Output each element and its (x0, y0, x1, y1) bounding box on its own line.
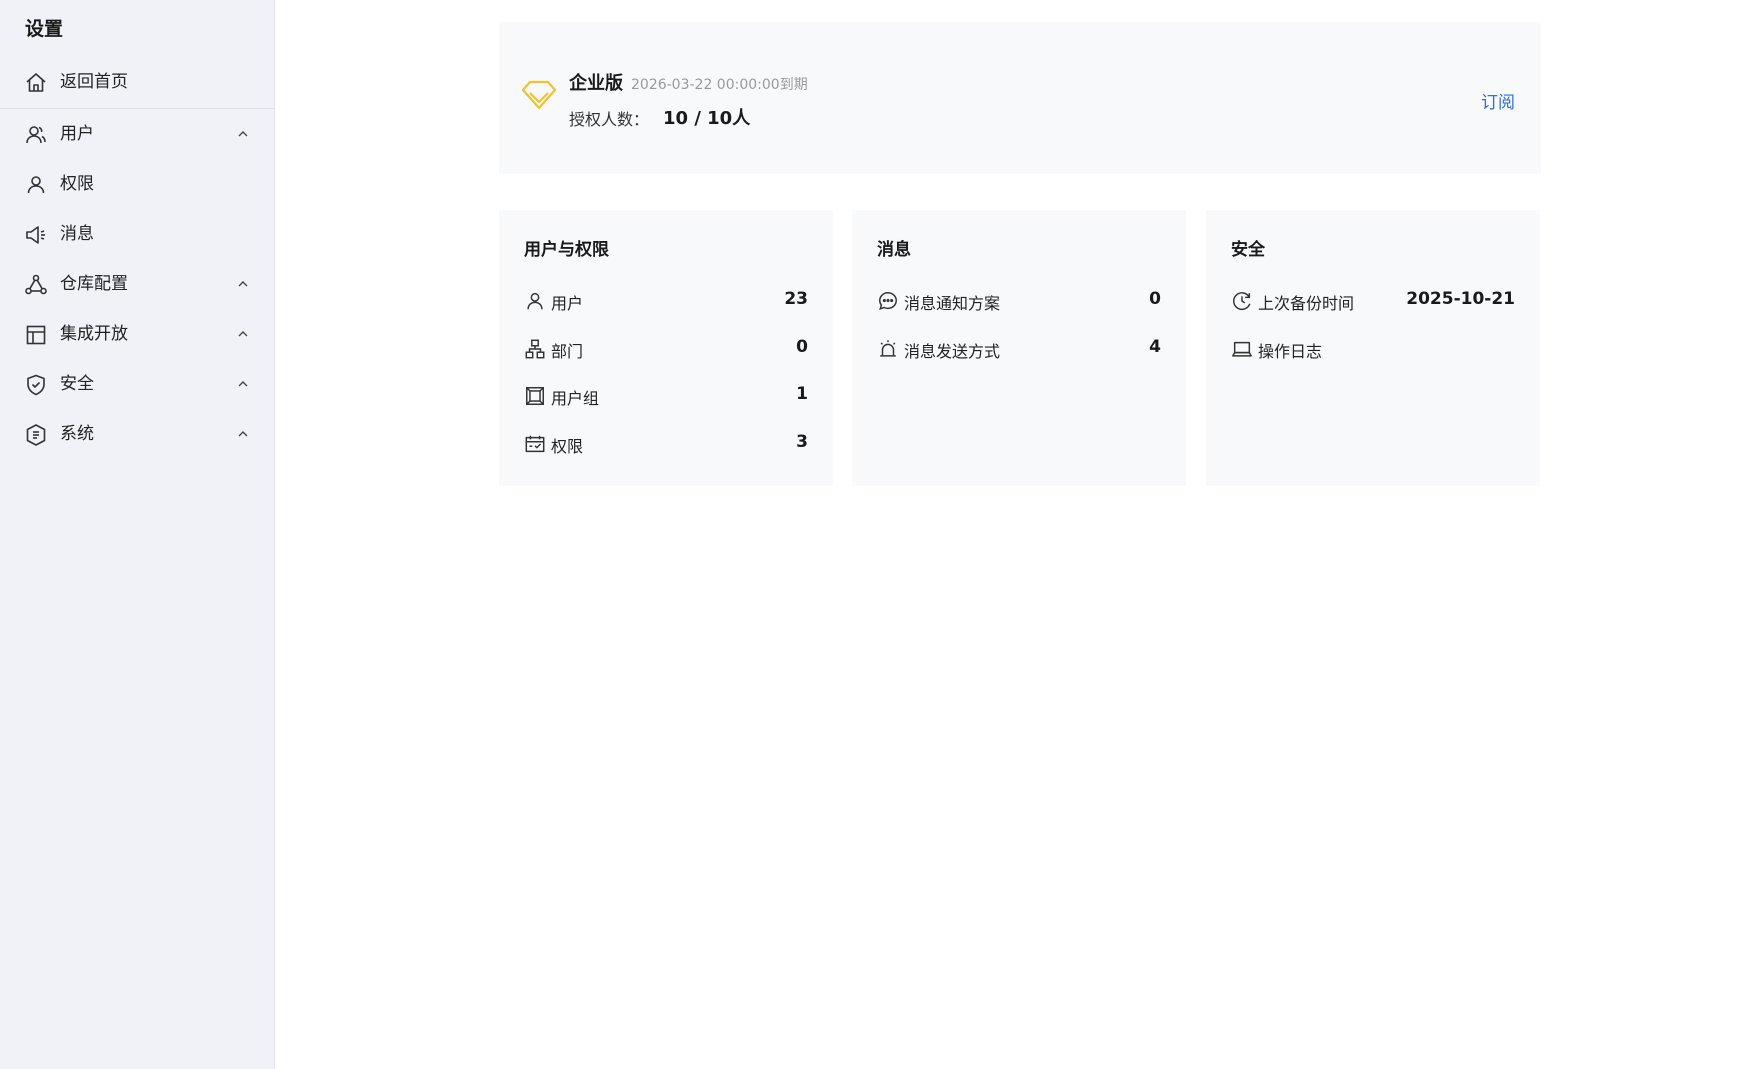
sidebar-item-label: 系统 (60, 424, 94, 444)
stat-row-send-methods[interactable]: 消息发送方式 4 (877, 335, 1161, 363)
stat-row-users[interactable]: 用户 23 (524, 287, 808, 315)
stat-label: 部门 (551, 342, 584, 361)
chevron-up-icon[interactable] (235, 276, 251, 292)
chevron-up-icon[interactable] (235, 376, 251, 392)
license-edition: 企业版 (569, 73, 623, 94)
stat-label: 上次备份时间 (1258, 294, 1355, 313)
stat-label: 消息通知方案 (904, 294, 1001, 313)
sidebar-item-label: 权限 (60, 174, 94, 194)
stat-value: 3 (796, 432, 808, 452)
user-icon (524, 290, 546, 312)
card-title: 消息 (877, 240, 911, 260)
license-expiry: 2026-03-22 00:00:00到期 (631, 77, 808, 93)
laptop-icon (1231, 338, 1253, 360)
card-users-permissions: 用户与权限 用户 23 部门 0 用户组 1 权限 3 (499, 210, 833, 486)
sidebar-item-system[interactable]: 系统 (0, 412, 274, 456)
sidebar-item-label: 消息 (60, 224, 94, 244)
stat-value: 1 (796, 384, 808, 404)
card-messages: 消息 消息通知方案 0 消息发送方式 4 (852, 210, 1186, 486)
diamond-icon (521, 77, 557, 113)
chevron-up-icon[interactable] (235, 326, 251, 342)
sidebar-item-repo-config[interactable]: 仓库配置 (0, 262, 274, 306)
user-icon (24, 173, 48, 197)
sidebar-item-permissions[interactable]: 权限 (0, 162, 274, 206)
shield-check-icon (24, 373, 48, 397)
license-seats-value: 10 / 10人 (663, 108, 751, 129)
chat-bubble-icon (877, 290, 899, 312)
sidebar-item-integration[interactable]: 集成开放 (0, 312, 274, 356)
stat-row-departments[interactable]: 部门 0 (524, 335, 808, 363)
sidebar-item-security[interactable]: 安全 (0, 362, 274, 406)
stat-label: 消息发送方式 (904, 342, 1001, 361)
sidebar-item-home[interactable]: 返回首页 (0, 60, 274, 104)
alarm-icon (877, 338, 899, 360)
license-seats-label: 授权人数： (569, 110, 650, 129)
card-title: 用户与权限 (524, 240, 609, 260)
sidebar-title: 设置 (25, 18, 64, 40)
sidebar-item-users[interactable]: 用户 (0, 112, 274, 156)
stat-value: 23 (784, 289, 808, 309)
sidebar-item-label: 返回首页 (60, 72, 128, 92)
megaphone-icon (24, 223, 48, 247)
sidebar: 设置 返回首页 用户 权限 消息 仓库配置 集成开放 安全 系统 (0, 0, 275, 1069)
stat-value: 4 (1149, 337, 1161, 357)
sidebar-item-messages[interactable]: 消息 (0, 212, 274, 256)
clock-icon (1231, 290, 1253, 312)
sidebar-divider (0, 108, 274, 109)
sidebar-item-label: 集成开放 (60, 324, 128, 344)
stat-value: 0 (796, 337, 808, 357)
stat-row-user-groups[interactable]: 用户组 1 (524, 382, 808, 410)
stat-row-permissions[interactable]: 权限 3 (524, 430, 808, 458)
stat-row-operation-log[interactable]: 操作日志 (1231, 335, 1515, 363)
chevron-up-icon[interactable] (235, 126, 251, 142)
nodes-icon (24, 273, 48, 297)
sidebar-item-label: 用户 (60, 124, 94, 144)
org-chart-icon (524, 338, 546, 360)
sidebar-item-label: 仓库配置 (60, 274, 128, 294)
stat-value: 2025-10-21 (1406, 289, 1515, 309)
sidebar-item-label: 安全 (60, 374, 94, 394)
stat-row-notification-schemes[interactable]: 消息通知方案 0 (877, 287, 1161, 315)
group-icon (524, 385, 546, 407)
stat-value: 0 (1149, 289, 1161, 309)
calendar-check-icon (524, 433, 546, 455)
shield-cert-icon (24, 423, 48, 447)
users-icon (24, 123, 48, 147)
stat-label: 权限 (551, 437, 584, 456)
stat-label: 操作日志 (1258, 342, 1323, 361)
home-icon (24, 71, 48, 95)
card-security: 安全 上次备份时间 2025-10-21 操作日志 (1206, 210, 1540, 486)
card-title: 安全 (1231, 240, 1265, 260)
stat-row-last-backup[interactable]: 上次备份时间 2025-10-21 (1231, 287, 1515, 315)
chevron-up-icon[interactable] (235, 426, 251, 442)
subscribe-link[interactable]: 订阅 (1481, 88, 1515, 113)
layout-icon (24, 323, 48, 347)
stat-label: 用户组 (551, 389, 600, 408)
stat-label: 用户 (551, 294, 584, 313)
license-panel: 企业版 2026-03-22 00:00:00到期 授权人数： 10 / 10人… (499, 22, 1541, 174)
